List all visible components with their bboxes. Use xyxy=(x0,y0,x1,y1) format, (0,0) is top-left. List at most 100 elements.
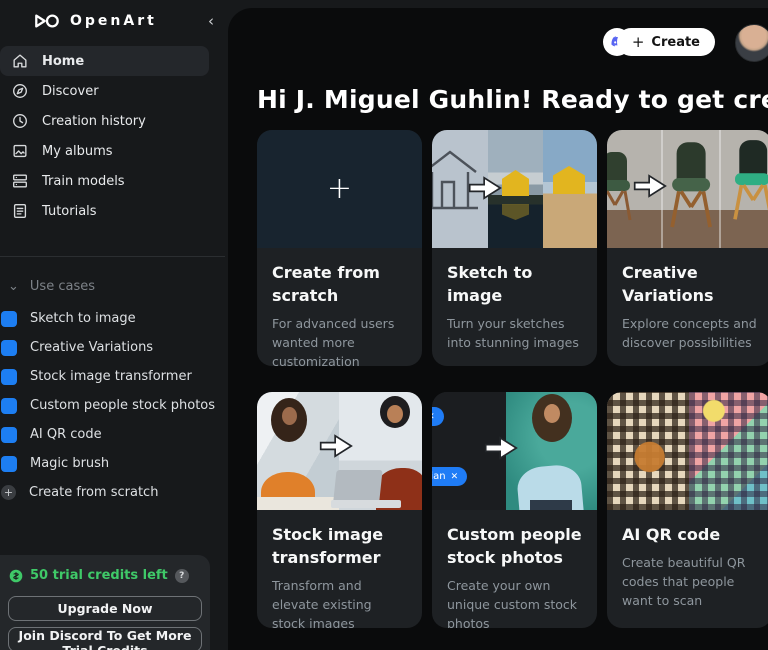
coin-icon xyxy=(9,569,23,583)
usecase-thumb-icon xyxy=(1,369,17,385)
use-cases-list: Sketch to image Creative Variations Stoc… xyxy=(0,304,228,507)
user-avatar[interactable] xyxy=(735,24,768,62)
usecase-item-stock-image-transformer[interactable]: Stock image transformer xyxy=(0,362,228,391)
use-cases-header[interactable]: ⌄ Use cases xyxy=(8,279,228,294)
card-image: ale ✕ ✕ asian ✕ xyxy=(432,392,597,510)
home-icon xyxy=(11,52,29,70)
albums-image-icon xyxy=(11,142,29,160)
slice-divider xyxy=(719,130,721,248)
usecase-label: Sketch to image xyxy=(30,311,136,326)
compass-icon xyxy=(11,82,29,100)
logo-row: OpenArt ‹ xyxy=(0,0,228,34)
sidebar-item-creation-history[interactable]: Creation history xyxy=(0,106,209,136)
main-panel: + Create Hi J. Miguel Guhlin! Ready to g… xyxy=(228,8,768,650)
train-models-icon xyxy=(11,172,29,190)
usecase-label: Create from scratch xyxy=(29,485,158,500)
card-description: Transform and elevate existing stock ima… xyxy=(272,577,407,628)
tutorials-doc-icon xyxy=(11,202,29,220)
chair-shape xyxy=(725,138,768,230)
card-custom-people-stock-photos[interactable]: ale ✕ ✕ asian ✕ xyxy=(432,392,597,628)
greeting-heading: Hi J. Miguel Guhlin! Ready to get creati… xyxy=(257,85,768,114)
sidebar-item-discover[interactable]: Discover xyxy=(0,76,209,106)
sidebar-item-label: Discover xyxy=(42,84,99,99)
photo-slice xyxy=(506,392,597,510)
usecase-label: Magic brush xyxy=(30,456,109,471)
create-button[interactable]: + Create xyxy=(617,28,715,56)
chevron-down-icon: ⌄ xyxy=(8,283,19,291)
use-cases-label: Use cases xyxy=(30,279,95,294)
sidebar-item-label: Train models xyxy=(42,174,125,189)
usecase-label: Custom people stock photos xyxy=(30,398,215,413)
card-title: Sketch to image xyxy=(447,261,582,307)
card-create-from-scratch[interactable]: + Create from scratch For advanced users… xyxy=(257,130,422,366)
sidebar-item-label: My albums xyxy=(42,144,113,159)
qr-art-slice xyxy=(607,392,689,510)
card-stock-image-transformer[interactable]: Stock image transformer Transform and el… xyxy=(257,392,422,628)
join-discord-button[interactable]: Join Discord To Get More Trial Credits xyxy=(8,627,202,650)
plus-circle-icon: + xyxy=(1,485,16,500)
card-sketch-to-image[interactable]: Sketch to image Turn your sketches into … xyxy=(432,130,597,366)
arrow-right-icon xyxy=(633,174,667,198)
laptop-shape xyxy=(333,470,382,500)
usecase-item-sketch-to-image[interactable]: Sketch to image xyxy=(0,304,228,333)
credit-row: 50 trial credits left ? xyxy=(8,568,202,583)
reflection-shape xyxy=(502,204,529,220)
attribute-tag: ale ✕ xyxy=(432,407,444,426)
card-image xyxy=(607,392,768,510)
card-title: AI QR code xyxy=(622,523,757,546)
tag-label: asian xyxy=(432,471,446,482)
sidebar: OpenArt ‹ Home Discover Creation hist xyxy=(0,0,228,650)
desk-shape xyxy=(257,497,339,510)
usecase-item-create-from-scratch[interactable]: + Create from scratch xyxy=(0,478,228,507)
card-image xyxy=(257,392,422,510)
upgrade-now-button[interactable]: Upgrade Now xyxy=(8,596,202,621)
plus-icon: + xyxy=(327,174,352,204)
usecase-thumb-icon xyxy=(1,456,17,472)
usecase-item-ai-qr-code[interactable]: AI QR code xyxy=(0,420,228,449)
card-image: + xyxy=(257,130,422,248)
usecase-item-creative-variations[interactable]: Creative Variations xyxy=(0,333,228,362)
yellow-house-shape xyxy=(553,166,585,194)
card-description: Explore concepts and discover possibilit… xyxy=(622,315,757,353)
person-shape xyxy=(387,405,403,423)
sidebar-item-home[interactable]: Home xyxy=(0,46,209,76)
create-button-label: Create xyxy=(651,35,700,50)
qr-art-slice xyxy=(689,392,768,510)
plus-icon: + xyxy=(632,33,645,51)
credits-remaining-text: 50 trial credits left xyxy=(30,568,168,583)
arrow-right-icon xyxy=(319,434,353,458)
card-title: Create from scratch xyxy=(272,261,407,307)
sidebar-item-label: Home xyxy=(42,54,84,69)
card-creative-variations[interactable]: Creative Variations Explore concepts and… xyxy=(607,130,768,366)
card-description: Create your own unique custom stock phot… xyxy=(447,577,582,628)
feature-cards-grid: + Create from scratch For advanced users… xyxy=(257,130,768,628)
usecase-item-custom-people-stock-photos[interactable]: Custom people stock photos xyxy=(0,391,228,420)
logo-wordmark: OpenArt xyxy=(70,13,157,29)
remove-icon: ✕ xyxy=(451,472,459,482)
main-menu: Home Discover Creation history My albums xyxy=(0,46,228,226)
yellow-house-shape xyxy=(502,170,529,196)
sidebar-divider xyxy=(0,256,225,257)
card-description: Turn your sketches into stunning images xyxy=(447,315,582,353)
chair-shape xyxy=(665,140,715,236)
card-ai-qr-code[interactable]: AI QR code Create beautiful QR codes tha… xyxy=(607,392,768,628)
arrow-right-icon xyxy=(484,436,518,460)
sidebar-item-label: Creation history xyxy=(42,114,146,129)
card-title: Custom people stock photos xyxy=(447,523,582,569)
usecase-thumb-icon xyxy=(1,427,17,443)
sidebar-item-my-albums[interactable]: My albums xyxy=(0,136,209,166)
trial-credits-card: 50 trial credits left ? Upgrade Now Join… xyxy=(0,555,210,650)
card-title: Stock image transformer xyxy=(272,523,407,569)
laptop-shape xyxy=(331,500,401,508)
usecase-thumb-icon xyxy=(1,311,17,327)
openart-logo-icon xyxy=(34,13,60,29)
usecase-item-magic-brush[interactable]: Magic brush xyxy=(0,449,228,478)
card-image xyxy=(432,130,597,248)
arrow-right-icon xyxy=(468,176,502,200)
sidebar-item-train-models[interactable]: Train models xyxy=(0,166,209,196)
sidebar-item-tutorials[interactable]: Tutorials xyxy=(0,196,209,226)
history-clock-icon xyxy=(11,112,29,130)
help-icon[interactable]: ? xyxy=(175,569,189,583)
sidebar-collapse-icon[interactable]: ‹ xyxy=(204,12,218,30)
usecase-thumb-icon xyxy=(1,398,17,414)
